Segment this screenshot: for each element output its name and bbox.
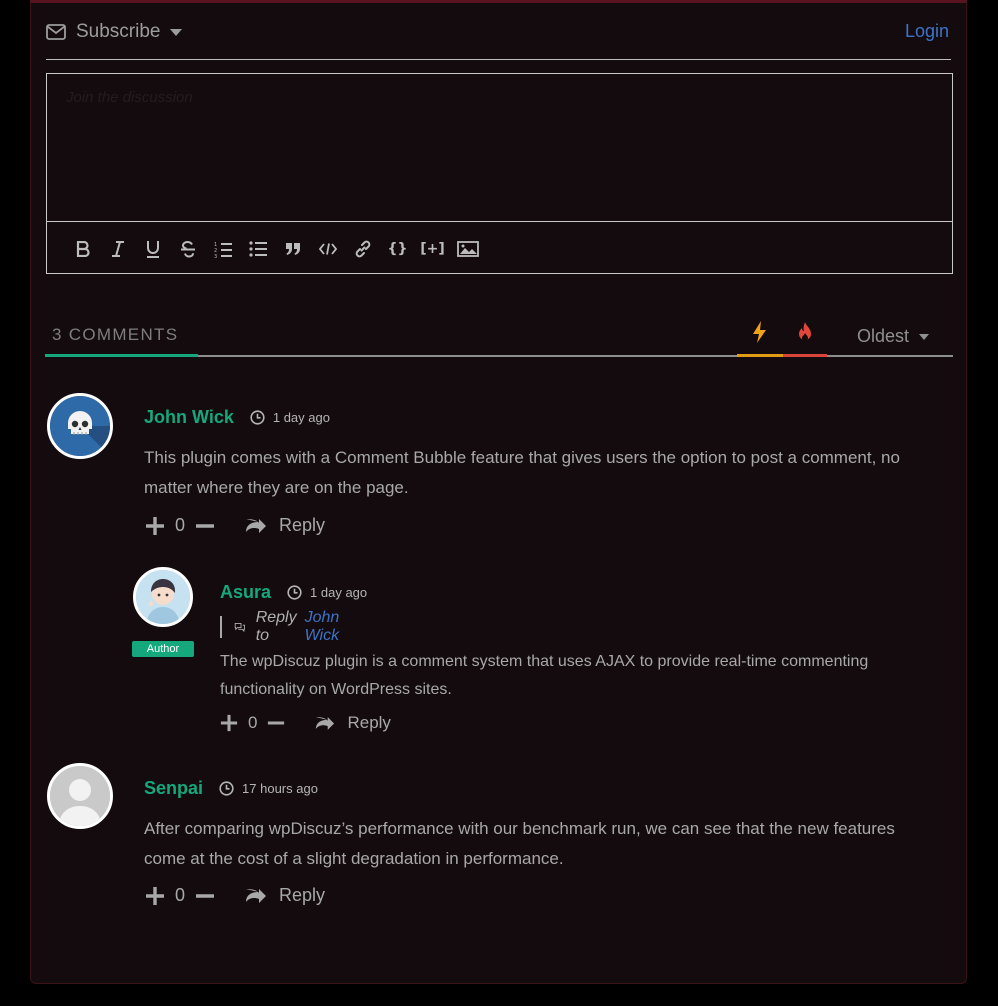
svg-text:3: 3 bbox=[214, 254, 217, 258]
comment-input[interactable] bbox=[47, 74, 952, 222]
comment-editor: 123 {} [+] bbox=[46, 73, 953, 274]
sort-trending-button[interactable] bbox=[783, 321, 827, 357]
avatar bbox=[47, 393, 113, 459]
vote-down-button[interactable] bbox=[195, 886, 215, 906]
login-link[interactable]: Login bbox=[905, 21, 949, 42]
underline-icon[interactable] bbox=[135, 234, 170, 264]
code-icon[interactable] bbox=[310, 234, 345, 264]
reply-label: Reply bbox=[347, 713, 391, 732]
avatar bbox=[133, 567, 193, 627]
blockquote-icon[interactable] bbox=[275, 234, 310, 264]
comment-meta: Senpai 17 hours ago bbox=[144, 778, 318, 799]
reply-button[interactable]: Reply bbox=[245, 515, 325, 536]
author-badge: Author bbox=[132, 641, 194, 657]
reply-arrow-icon bbox=[246, 519, 267, 533]
clock-icon bbox=[250, 410, 265, 425]
reply-label: Reply bbox=[279, 885, 326, 905]
source-code-icon[interactable]: {} bbox=[380, 234, 415, 264]
lightning-icon bbox=[753, 321, 766, 343]
plus-icon bbox=[146, 886, 164, 905]
caret-down-icon bbox=[919, 333, 929, 340]
italic-icon[interactable] bbox=[100, 234, 135, 264]
comment-text: This plugin comes with a Comment Bubble … bbox=[144, 448, 900, 497]
reply-button[interactable]: Reply bbox=[315, 713, 391, 733]
vote-up-button[interactable] bbox=[145, 516, 165, 536]
comment-text: The wpDiscuz plugin is a comment system … bbox=[220, 653, 869, 698]
fire-icon bbox=[799, 322, 811, 341]
spoiler-icon[interactable]: [+] bbox=[415, 234, 450, 264]
minus-icon bbox=[268, 721, 285, 725]
plus-icon bbox=[146, 516, 164, 535]
comment-author[interactable]: Asura bbox=[220, 582, 271, 603]
minus-icon bbox=[196, 893, 215, 898]
reply-to-author-link[interactable]: John Wick bbox=[305, 609, 348, 645]
bold-icon[interactable] bbox=[65, 234, 100, 264]
vote-count: 0 bbox=[175, 885, 186, 905]
comment-text: After comparing wpDiscuz’s performance w… bbox=[144, 819, 895, 868]
strikethrough-icon[interactable] bbox=[170, 234, 205, 264]
unordered-list-icon[interactable] bbox=[240, 234, 275, 264]
comments-count: 3 COMMENTS bbox=[52, 325, 179, 344]
reply-to-label: Reply to bbox=[255, 609, 297, 644]
caret-down-icon bbox=[169, 28, 182, 36]
clock-icon bbox=[287, 585, 302, 600]
sort-hottest-button[interactable] bbox=[737, 321, 783, 357]
reply-to-indicator: Reply to John Wick bbox=[220, 609, 348, 644]
comment-actions: 0 Reply bbox=[145, 885, 325, 906]
reply-arrow-icon bbox=[316, 717, 335, 730]
reply-arrow-icon bbox=[246, 889, 267, 903]
reply-label: Reply bbox=[279, 515, 326, 535]
comment-actions: 0 Reply bbox=[145, 515, 325, 536]
envelope-icon bbox=[46, 24, 66, 40]
skull-avatar-icon bbox=[50, 396, 110, 456]
clock-icon bbox=[219, 781, 234, 796]
anime-avatar-icon bbox=[136, 570, 190, 624]
vote-up-button[interactable] bbox=[220, 714, 238, 732]
reply-button[interactable]: Reply bbox=[245, 885, 325, 906]
comments-panel: Subscribe Login 123 {} [+] 3 COMMENTS bbox=[30, 0, 967, 984]
editor-toolbar: 123 {} [+] bbox=[65, 234, 485, 264]
avatar bbox=[47, 763, 113, 829]
minus-icon bbox=[196, 523, 215, 528]
plus-icon bbox=[220, 714, 238, 732]
comment-form-header: Subscribe Login bbox=[46, 21, 951, 60]
vote-count: 0 bbox=[248, 713, 258, 732]
default-avatar-icon bbox=[50, 766, 110, 826]
image-icon[interactable] bbox=[450, 234, 485, 264]
subscribe-label: Subscribe bbox=[76, 21, 161, 42]
vote-count: 0 bbox=[175, 515, 186, 535]
vote-down-button[interactable] bbox=[267, 714, 285, 732]
ordered-list-icon[interactable]: 123 bbox=[205, 234, 240, 264]
subscribe-dropdown[interactable]: Subscribe bbox=[46, 21, 182, 43]
comments-icon bbox=[234, 623, 245, 633]
comment-meta: Asura 1 day ago bbox=[220, 582, 367, 603]
comment-author[interactable]: John Wick bbox=[144, 407, 234, 428]
comment-author[interactable]: Senpai bbox=[144, 778, 203, 799]
comment-time: 1 day ago bbox=[272, 410, 330, 425]
comment-time: 1 day ago bbox=[310, 585, 368, 600]
sort-order-value: Oldest bbox=[856, 326, 909, 346]
comments-header: 3 COMMENTS Oldest bbox=[45, 321, 953, 357]
vote-up-button[interactable] bbox=[145, 886, 165, 906]
comment-time: 17 hours ago bbox=[242, 781, 318, 796]
comment-meta: John Wick 1 day ago bbox=[144, 407, 330, 428]
comment-actions: 0 Reply bbox=[220, 713, 391, 733]
link-icon[interactable] bbox=[345, 234, 380, 264]
vote-down-button[interactable] bbox=[195, 516, 215, 536]
sort-order-dropdown[interactable]: Oldest bbox=[857, 326, 929, 347]
